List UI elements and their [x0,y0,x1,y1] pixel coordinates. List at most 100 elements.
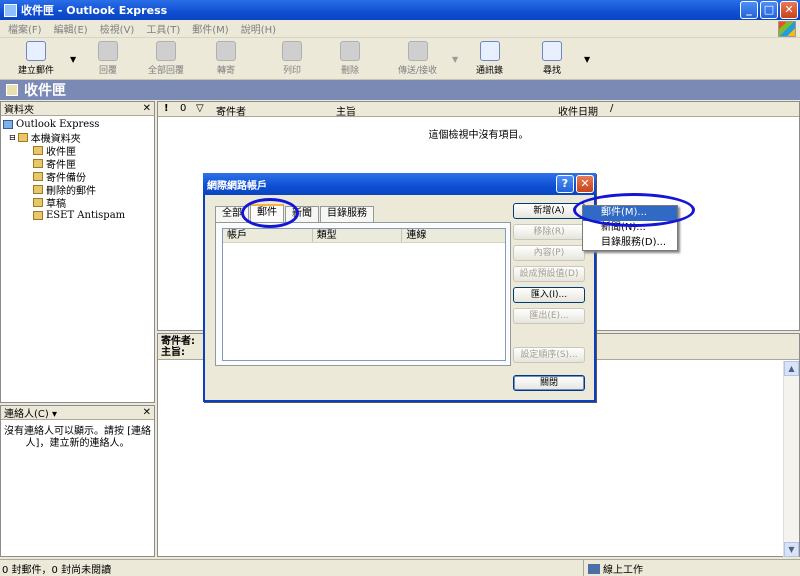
create-mail-label: 建立郵件 [18,66,55,76]
message-list-header: ! 0 ▽ 寄件者 主旨 收件日期 / [158,102,799,118]
close-button[interactable]: ✕ [780,1,798,19]
trash-icon [33,185,43,194]
properties-button[interactable]: 內容(P) [513,245,585,261]
chevron-down-icon[interactable]: ▼ [70,55,76,64]
mail-tab-panel: 帳戶 類型 連線 [215,222,511,366]
outbox-icon [33,159,43,168]
contacts-dropdown[interactable]: 連絡人(C) ▾ [4,405,57,420]
menu-item-directory-service[interactable]: 目錄服務(D)... [583,236,677,251]
column-subject[interactable]: 主旨 [336,103,356,118]
folder-icon [33,211,43,220]
column-flag[interactable]: ▽ [196,103,204,114]
folder-tree: Outlook Express ⊟ 本機資料夾 收件匣 寄件匣 寄件備份 刪除的郵… [1,116,154,222]
status-message-count: 0 封郵件，0 封尚未閱讀 [2,564,112,576]
folder-heading-text: 收件匣 [24,83,66,99]
menu-message[interactable]: 郵件(M) [192,21,228,36]
column-from[interactable]: 寄件者 [216,103,246,118]
set-default-button[interactable]: 設成預設值(D) [513,266,585,282]
reply-all-icon [156,41,176,61]
status-online: 線上工作 [583,560,643,576]
remove-button[interactable]: 移除(R) [513,224,585,240]
forward-button[interactable]: 轉寄 [216,41,236,79]
column-account[interactable]: 帳戶 [223,229,313,242]
reply-all-button[interactable]: 全部回覆 [148,41,184,79]
folder-icon [17,133,28,142]
column-connection[interactable]: 連線 [402,229,505,242]
delete-button[interactable]: 刪除 [340,41,360,79]
chevron-down-icon[interactable]: ▼ [584,55,590,64]
status-bar: 0 封郵件，0 封尚未閱讀 線上工作 [0,559,800,576]
folder-heading: 收件匣 [0,80,800,100]
close-icon[interactable]: ✕ [143,407,151,418]
export-button[interactable]: 匯出(E)... [513,308,585,324]
send-receive-button[interactable]: 傳送/接收 [398,41,437,79]
menu-edit[interactable]: 編輯(E) [54,21,88,36]
maximize-button[interactable]: □ [760,1,778,19]
tree-item-label: Outlook Express [16,119,100,130]
set-order-button[interactable]: 設定順序(S)... [513,347,585,363]
empty-list-text: 這個檢視中沒有項目。 [428,130,529,141]
folders-pane-header: 資料夾 ✕ [1,102,154,116]
collapse-icon[interactable]: ⊟ [9,133,16,142]
dialog-close-text-button[interactable]: 關閉 [513,375,585,391]
create-mail-button[interactable]: 建立郵件 [18,41,54,79]
reply-button[interactable]: 回覆 [98,41,118,79]
address-book-icon [479,41,500,61]
status-online-text: 線上工作 [603,565,643,576]
tree-item-drafts[interactable]: 草稿 [3,196,154,210]
tab-directory-service[interactable]: 目錄服務 [320,206,374,222]
sort-indicator-icon: / [610,103,614,114]
outlook-icon [3,120,13,129]
column-type[interactable]: 類型 [313,229,403,242]
contacts-pane-header: 連絡人(C) ▾ ✕ [1,406,154,420]
printer-icon [282,41,302,61]
preview-scrollbar[interactable]: ▲ ▼ [783,361,799,557]
forward-icon [216,41,236,61]
address-book-button[interactable]: 通訊錄 [476,41,503,79]
send-receive-label: 傳送/接收 [398,66,438,76]
accounts-list-header: 帳戶 類型 連線 [223,229,505,243]
import-button[interactable]: 匯入(I)... [513,287,585,303]
address-book-label: 通訊錄 [476,66,504,76]
contacts-pane: 連絡人(C) ▾ ✕ 沒有連絡人可以顯示。請按 [連絡人]，建立新的連絡人。 [0,405,155,557]
dialog-close-button[interactable]: ✕ [576,175,594,193]
delete-x-icon [340,41,360,61]
accounts-list[interactable]: 帳戶 類型 連線 [222,228,506,361]
annotation-ellipse-mail-menu [573,193,695,227]
tree-item-label: ESET Antispam [46,210,126,221]
drafts-icon [33,198,43,207]
tree-item-inbox[interactable]: 收件匣 [3,144,154,158]
tree-item-label: 草稿 [46,199,66,210]
menu-help[interactable]: 說明(H) [241,21,276,36]
outlook-icon [4,3,17,17]
tree-item-deleted[interactable]: 刪除的郵件 [3,183,154,197]
print-label: 列印 [282,66,301,76]
find-button[interactable]: 尋找 [542,41,562,79]
chevron-down-icon[interactable]: ▼ [452,55,458,64]
help-button[interactable]: ? [556,175,574,193]
scroll-up-icon[interactable]: ▲ [784,361,799,376]
scroll-down-icon[interactable]: ▼ [784,542,799,557]
annotation-ellipse-mail-tab [241,198,299,228]
print-button[interactable]: 列印 [282,41,302,79]
menu-bar: 檔案(F) 編輯(E) 檢視(V) 工具(T) 郵件(M) 說明(H) [0,20,800,38]
forward-label: 轉寄 [216,66,235,76]
new-mail-icon [26,41,46,61]
close-icon[interactable]: ✕ [143,103,151,114]
tree-item-eset[interactable]: ESET Antispam [3,209,154,222]
minimize-button[interactable]: _ [740,1,758,19]
menu-tools[interactable]: 工具(T) [146,21,180,36]
windows-logo-icon [778,21,796,37]
folders-title: 資料夾 [4,105,34,116]
find-icon [542,41,562,61]
tree-item-local-folders[interactable]: ⊟ 本機資料夾 [3,131,154,145]
reply-label: 回覆 [98,66,117,76]
column-received[interactable]: 收件日期 [558,103,598,118]
menu-view[interactable]: 檢視(V) [100,21,135,36]
inbox-icon [33,146,43,155]
dialog-title-bar: 網際網路帳戶 ? ✕ [203,173,596,195]
column-priority[interactable]: ! [164,103,169,114]
column-attachment[interactable]: 0 [180,103,186,114]
menu-file[interactable]: 檔案(F) [8,21,42,36]
dialog-title: 網際網路帳戶 [207,180,267,192]
